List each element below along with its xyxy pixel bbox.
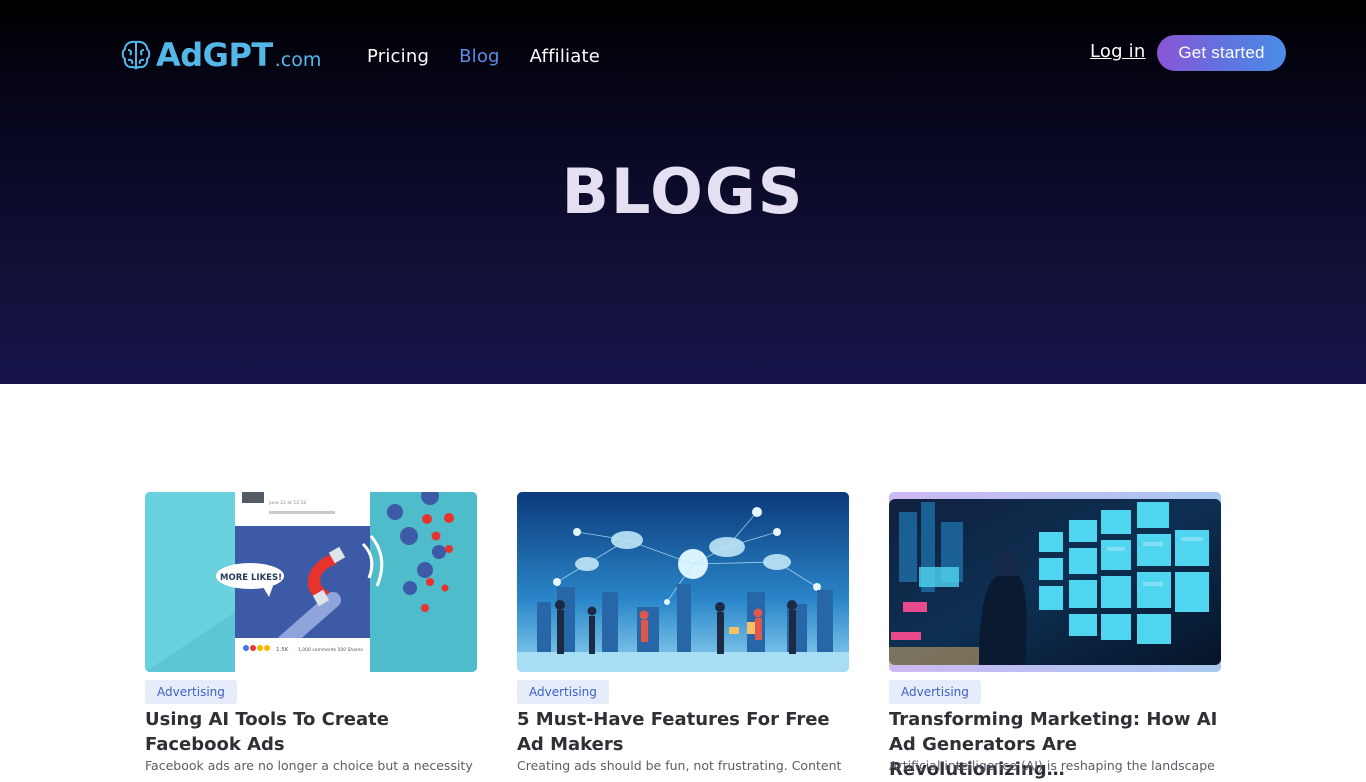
blog-card-title[interactable]: 5 Must-Have Features For Free Ad Makers <box>517 707 847 757</box>
engagement-stats: 1,000 comments 500 Shares <box>298 647 363 653</box>
blog-card-excerpt: Creating ads should be fun, not frustrat… <box>517 758 842 773</box>
blog-card-image[interactable] <box>889 492 1221 672</box>
brand-suffix: .com <box>274 49 322 71</box>
nav-item-pricing[interactable]: Pricing <box>367 46 429 67</box>
brand-name: AdGPT <box>156 36 273 74</box>
reaction-count: 1.5K <box>276 647 289 653</box>
nav-item-affiliate[interactable]: Affiliate <box>530 46 600 67</box>
blog-card[interactable]: Advertising 5 Must-Have Features For Fre… <box>517 492 849 773</box>
blog-card-excerpt: Facebook ads are no longer a choice but … <box>145 758 473 773</box>
login-link[interactable]: Log in <box>1090 41 1145 62</box>
facebook-likes-illustration: MORE LIKES! 1.5K 1,000 comments 500 Shar… <box>145 492 477 672</box>
blog-card-image[interactable] <box>517 492 849 672</box>
blog-card-image[interactable]: MORE LIKES! 1.5K 1,000 comments 500 Shar… <box>145 492 477 672</box>
category-badge[interactable]: Advertising <box>517 680 609 704</box>
page-title: BLOGS <box>561 155 805 228</box>
category-badge[interactable]: Advertising <box>145 680 237 704</box>
top-navigation: AdGPT .com Pricing Blog Affiliate Log in… <box>0 0 1366 110</box>
nav-item-blog[interactable]: Blog <box>459 46 500 67</box>
blog-card-excerpt: Artificial intelligence (AI) is reshapin… <box>889 758 1215 773</box>
brand-logo[interactable]: AdGPT .com <box>119 36 321 74</box>
get-started-button[interactable]: Get started <box>1157 35 1286 71</box>
hero-section: AdGPT .com Pricing Blog Affiliate Log in… <box>0 0 1366 384</box>
network-city-illustration <box>517 492 849 672</box>
post-date: June 22 at 12:32 <box>268 500 306 506</box>
blog-card[interactable]: Advertising Transforming Marketing: How … <box>889 492 1221 780</box>
more-likes-text: MORE LIKES! <box>220 573 282 583</box>
blog-card[interactable]: MORE LIKES! 1.5K 1,000 comments 500 Shar… <box>145 492 477 773</box>
nav-links: Pricing Blog Affiliate <box>367 46 630 67</box>
brain-icon <box>121 40 151 70</box>
neon-screens-illustration <box>889 492 1221 672</box>
category-badge[interactable]: Advertising <box>889 680 981 704</box>
blog-card-title[interactable]: Using AI Tools To Create Facebook Ads <box>145 707 475 757</box>
